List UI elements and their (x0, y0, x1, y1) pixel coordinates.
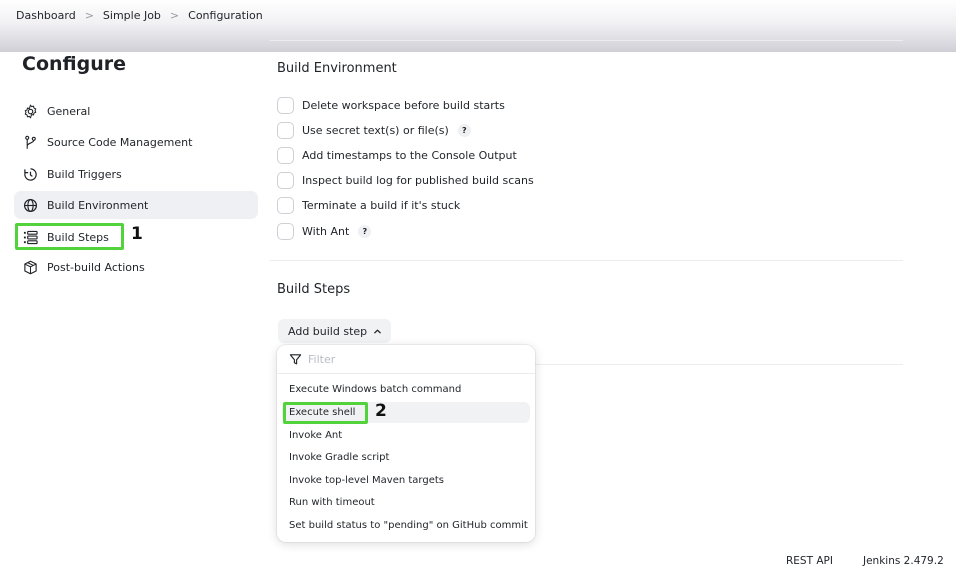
option-label: Add timestamps to the Console Output (302, 148, 517, 162)
breadcrumb-dashboard[interactable]: Dashboard (16, 9, 76, 22)
sidebar-item-label: Build Steps (47, 230, 109, 244)
help-icon[interactable]: ? (358, 224, 372, 238)
checkbox[interactable] (277, 171, 294, 189)
option-delete-workspace[interactable]: Delete workspace before build starts (277, 96, 505, 114)
menu-item-invoke-maven[interactable]: Invoke top-level Maven targets (282, 470, 530, 491)
list-icon (22, 229, 38, 245)
gear-icon (22, 103, 38, 119)
annotation-step-number: 1 (131, 224, 143, 244)
package-icon (22, 259, 38, 275)
build-step-dropdown: Filter Execute Windows batch command Exe… (277, 345, 535, 542)
sidebar-item-label: Build Triggers (47, 167, 122, 181)
breadcrumb-separator-icon: > (84, 8, 94, 22)
checkbox[interactable] (277, 196, 294, 214)
filter-icon (289, 353, 302, 366)
option-label: Use secret text(s) or file(s) (302, 123, 449, 137)
sidebar-item-label: Source Code Management (47, 135, 193, 149)
filter-placeholder: Filter (308, 352, 336, 366)
sidebar-item-source-code-management[interactable]: Source Code Management (14, 128, 258, 156)
option-terminate-build[interactable]: Terminate a build if it's stuck (277, 196, 460, 214)
option-label: Inspect build log for published build sc… (302, 173, 534, 187)
checkbox[interactable] (277, 121, 294, 139)
sidebar-item-label: Build Environment (47, 198, 149, 212)
annotation-step-number: 2 (375, 401, 387, 421)
checkbox[interactable] (277, 96, 294, 114)
menu-item-run-with-timeout[interactable]: Run with timeout (282, 492, 530, 513)
breadcrumb-simple-job[interactable]: Simple Job (103, 9, 161, 22)
sidebar-item-label: General (47, 104, 91, 118)
option-inspect-build-log[interactable]: Inspect build log for published build sc… (277, 171, 534, 189)
chevron-up-icon (373, 327, 382, 336)
sidebar-item-general[interactable]: General (14, 97, 258, 125)
add-build-step-button[interactable]: Add build step (278, 319, 391, 343)
menu-item-set-build-status[interactable]: Set build status to "pending" on GitHub … (282, 515, 530, 536)
menu-item-execute-windows-batch[interactable]: Execute Windows batch command (282, 379, 530, 400)
page-title: Configure (22, 53, 126, 75)
menu-item-execute-shell[interactable]: Execute shell (282, 402, 530, 423)
clock-icon (22, 166, 38, 182)
breadcrumb-separator-icon: > (169, 8, 180, 22)
checkbox[interactable] (277, 146, 294, 164)
option-with-ant[interactable]: With Ant ? (277, 222, 372, 240)
add-build-step-label: Add build step (288, 324, 368, 338)
globe-icon (22, 197, 38, 213)
jenkins-version-link[interactable]: Jenkins 2.479.2 (863, 555, 944, 567)
option-label: Delete workspace before build starts (302, 98, 505, 112)
breadcrumb-configuration[interactable]: Configuration (188, 9, 263, 22)
help-icon[interactable]: ? (457, 123, 471, 137)
breadcrumb: Dashboard > Simple Job > Configuration (16, 7, 263, 23)
option-use-secret[interactable]: Use secret text(s) or file(s) ? (277, 121, 471, 139)
divider (270, 40, 903, 41)
sidebar-item-post-build-actions[interactable]: Post-build Actions (14, 253, 258, 281)
menu-item-invoke-ant[interactable]: Invoke Ant (282, 425, 530, 446)
menu-item-invoke-gradle[interactable]: Invoke Gradle script (282, 447, 530, 468)
sidebar-item-build-environment[interactable]: Build Environment (14, 191, 258, 219)
section-title-build-steps: Build Steps (277, 282, 351, 297)
sidebar-item-build-triggers[interactable]: Build Triggers (14, 160, 258, 188)
divider (535, 364, 903, 365)
sidebar-item-label: Post-build Actions (47, 260, 145, 274)
option-label: Terminate a build if it's stuck (302, 198, 461, 212)
checkbox[interactable] (277, 222, 294, 240)
filter-input[interactable]: Filter (277, 345, 535, 374)
divider (270, 260, 903, 261)
rest-api-link[interactable]: REST API (786, 555, 833, 567)
option-add-timestamps[interactable]: Add timestamps to the Console Output (277, 146, 517, 164)
git-branch-icon (22, 134, 38, 150)
option-label: With Ant (302, 224, 350, 238)
section-title-build-environment: Build Environment (277, 61, 397, 76)
